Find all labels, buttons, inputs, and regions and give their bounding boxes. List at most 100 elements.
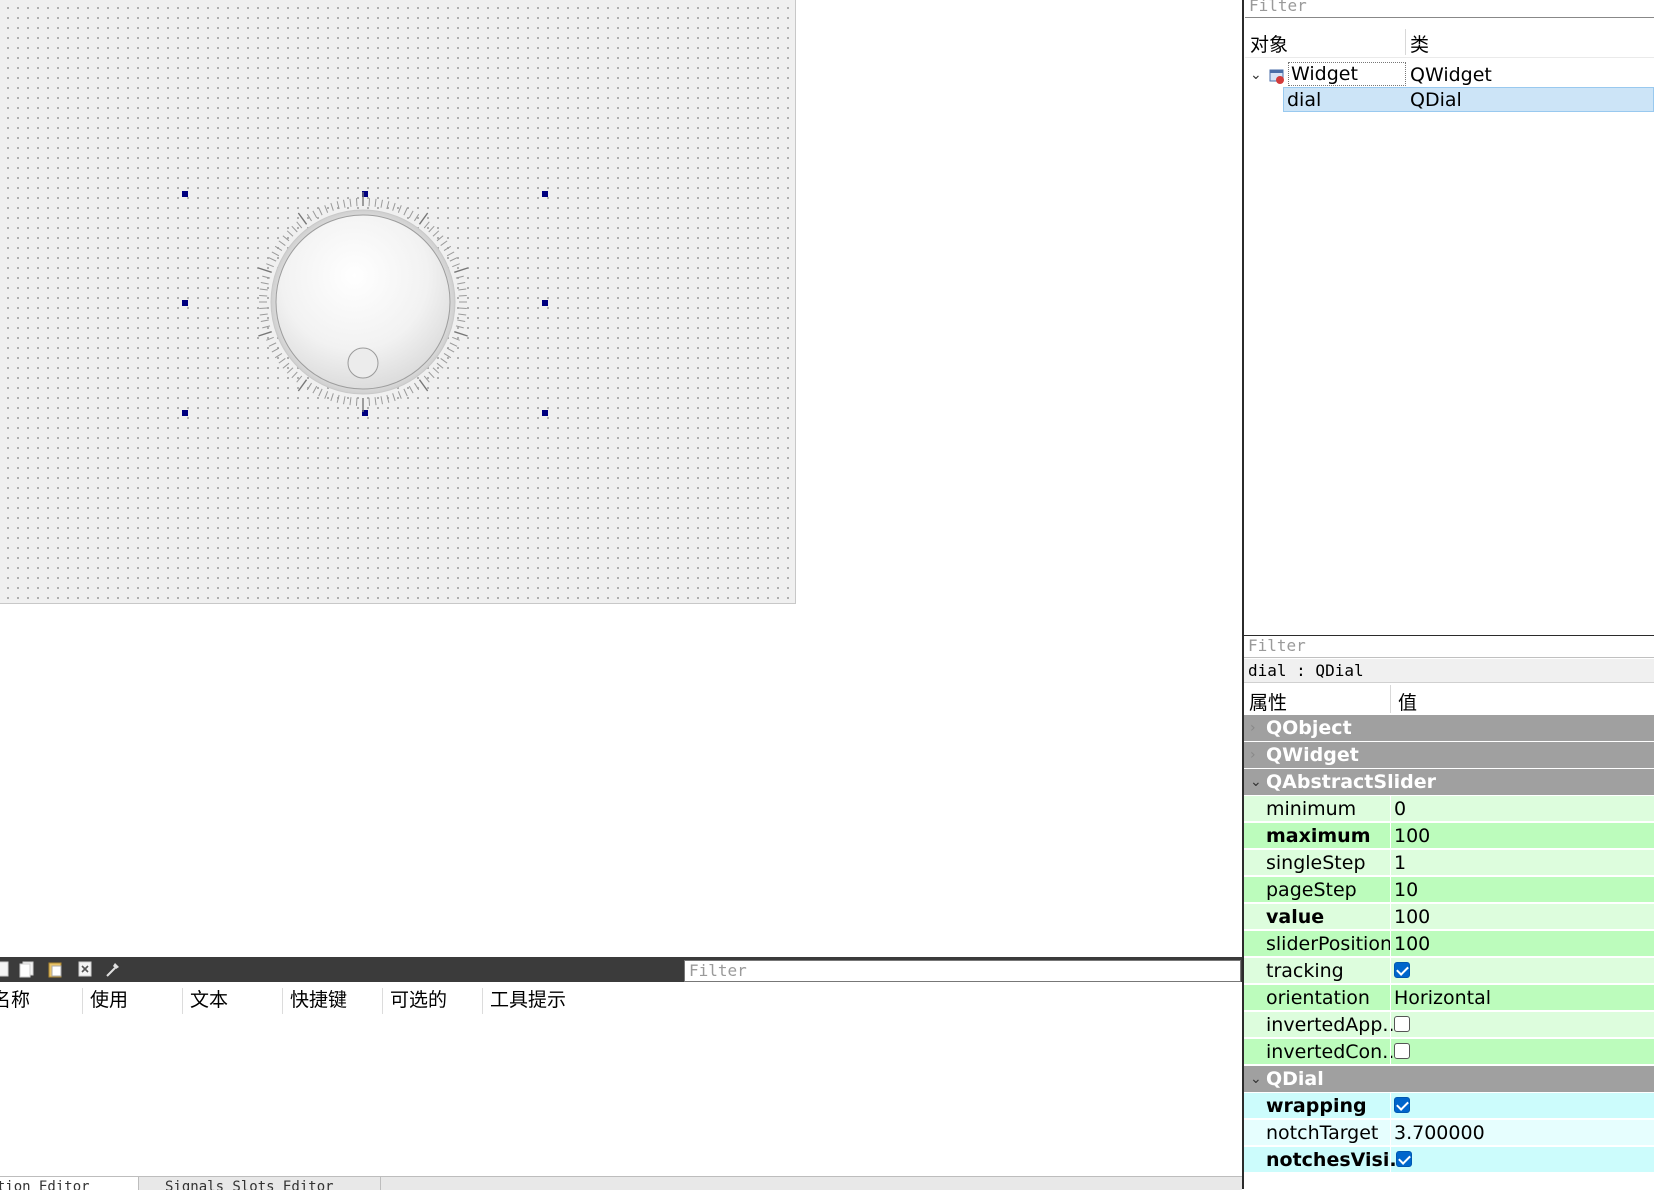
column-tooltip-header[interactable]: 工具提示 <box>490 984 566 1016</box>
column-property-header[interactable]: 属性 <box>1249 688 1287 715</box>
dial-notch <box>392 202 396 211</box>
group-qabstractslider[interactable]: ⌄ QAbstractSlider <box>1244 769 1654 795</box>
dial-widget[interactable] <box>245 185 485 425</box>
group-qwidget[interactable]: › QWidget <box>1244 742 1654 768</box>
selection-handle-top-right[interactable] <box>542 191 548 197</box>
tree-item-label[interactable]: dial <box>1287 87 1321 113</box>
dial-notch <box>324 391 329 399</box>
property-value[interactable]: 3.700000 <box>1394 1120 1485 1146</box>
column-class-header[interactable]: 类 <box>1410 30 1429 57</box>
header-separator[interactable] <box>182 988 183 1014</box>
property-row-invertedappearance[interactable]: invertedApp... <box>1244 1012 1654 1038</box>
dial-notch <box>414 382 420 391</box>
dial-notch <box>454 330 468 337</box>
group-label: QObject <box>1266 717 1352 739</box>
dial-notch <box>455 275 464 279</box>
column-value-header[interactable]: 值 <box>1398 688 1417 715</box>
selection-handle-top-left[interactable] <box>182 191 188 197</box>
new-action-icon[interactable] <box>0 960 12 978</box>
property-row-pagestep[interactable]: pageStep 10 <box>1244 877 1654 903</box>
selection-handle-bottom-right[interactable] <box>542 410 548 416</box>
inverted-appearance-checkbox[interactable] <box>1394 1016 1410 1032</box>
dial-notch <box>349 397 352 406</box>
property-filter-input[interactable]: Filter <box>1244 636 1654 658</box>
property-row-value[interactable]: value 100 <box>1244 904 1654 930</box>
selection-highlight <box>1283 87 1654 112</box>
property-name: sliderPosition <box>1266 933 1392 955</box>
group-qdial[interactable]: ⌄ QDial <box>1244 1066 1654 1092</box>
action-editor-header: 名称 使用 文本 快捷键 可选的 工具提示 <box>0 984 1242 1016</box>
form-canvas[interactable] <box>0 0 796 604</box>
property-row-sliderposition[interactable]: sliderPosition 100 <box>1244 931 1654 957</box>
configure-icon[interactable] <box>104 960 122 978</box>
dial-notch <box>266 263 274 268</box>
dial-notch <box>278 240 286 246</box>
collapsed-arrow-icon[interactable]: › <box>1250 715 1256 741</box>
property-row-orientation[interactable]: orientation Horizontal <box>1244 985 1654 1011</box>
dial-notch <box>258 267 272 274</box>
header-separator[interactable] <box>1405 29 1406 55</box>
dial-notch <box>418 212 429 225</box>
property-value[interactable]: Horizontal <box>1394 985 1491 1011</box>
delete-icon[interactable] <box>76 960 94 978</box>
notches-visible-checkbox[interactable] <box>1396 1151 1412 1167</box>
collapsed-arrow-icon[interactable]: › <box>1250 742 1256 768</box>
tab-signals-slots-editor[interactable]: Signals Slots Editor <box>145 1177 381 1190</box>
action-filter-input[interactable]: Filter <box>684 960 1241 982</box>
dial-handle[interactable] <box>347 347 379 379</box>
group-label: QAbstractSlider <box>1266 771 1436 793</box>
group-qobject[interactable]: › QObject <box>1244 715 1654 741</box>
selection-handle-bottom-left[interactable] <box>182 410 188 416</box>
expanded-arrow-icon[interactable]: ⌄ <box>1250 1066 1262 1092</box>
expand-arrow-icon[interactable]: ⌄ <box>1250 62 1262 88</box>
tree-row-widget[interactable]: ⌄ Widget QWidget <box>1245 62 1654 88</box>
property-value[interactable]: 10 <box>1394 877 1418 903</box>
property-value[interactable]: 100 <box>1394 904 1430 930</box>
column-name-header[interactable]: 名称 <box>0 984 30 1016</box>
dial-notch <box>408 385 414 394</box>
tree-row-dial[interactable]: dial QDial <box>1245 87 1654 113</box>
dial-notch <box>259 294 268 297</box>
wrapping-checkbox[interactable] <box>1394 1097 1410 1113</box>
column-checkable-header[interactable]: 可选的 <box>390 984 447 1016</box>
property-name: invertedApp... <box>1266 1014 1401 1036</box>
header-separator[interactable] <box>382 988 383 1014</box>
property-row-notchesvisible[interactable]: notchesVisi... <box>1244 1147 1654 1173</box>
selection-handle-left[interactable] <box>182 300 188 306</box>
header-separator[interactable] <box>282 988 283 1014</box>
property-row-invertedcontrols[interactable]: invertedCon... <box>1244 1039 1654 1065</box>
header-separator[interactable] <box>1390 685 1391 713</box>
object-filter-input[interactable]: Filter <box>1245 0 1654 18</box>
expanded-arrow-icon[interactable]: ⌄ <box>1250 769 1262 795</box>
property-value[interactable]: 1 <box>1394 850 1406 876</box>
dial-notch <box>455 325 464 329</box>
column-shortcut-header[interactable]: 快捷键 <box>290 984 347 1016</box>
inverted-controls-checkbox[interactable] <box>1394 1043 1410 1059</box>
tree-item-label[interactable]: Widget <box>1288 62 1406 86</box>
paste-icon[interactable] <box>46 960 64 978</box>
property-row-tracking[interactable]: tracking <box>1244 958 1654 984</box>
tab-action-editor[interactable]: Action Editor <box>0 1177 139 1190</box>
column-object-header[interactable]: 对象 <box>1250 30 1288 57</box>
header-separator[interactable] <box>482 988 483 1014</box>
dial-notch <box>458 313 467 316</box>
property-row-singlestep[interactable]: singleStep 1 <box>1244 850 1654 876</box>
header-separator[interactable] <box>82 988 83 1014</box>
property-row-minimum[interactable]: minimum 0 <box>1244 796 1654 822</box>
property-row-notchtarget[interactable]: notchTarget 3.700000 <box>1244 1120 1654 1146</box>
property-row-maximum[interactable]: maximum 100 <box>1244 823 1654 849</box>
property-row-wrapping[interactable]: wrapping <box>1244 1093 1654 1119</box>
dial-notch <box>266 336 274 341</box>
property-value[interactable]: 100 <box>1394 823 1430 849</box>
dial-notch <box>262 325 271 329</box>
column-used-header[interactable]: 使用 <box>90 984 128 1016</box>
tracking-checkbox[interactable] <box>1394 962 1410 978</box>
dial-notch <box>423 375 430 383</box>
dial-notch <box>457 319 466 322</box>
column-text-header[interactable]: 文本 <box>190 984 228 1016</box>
property-value[interactable]: 0 <box>1394 796 1406 822</box>
copy-icon[interactable] <box>18 960 36 978</box>
selection-handle-right[interactable] <box>542 300 548 306</box>
property-value[interactable]: 100 <box>1394 931 1430 957</box>
dial-notch <box>312 385 318 394</box>
